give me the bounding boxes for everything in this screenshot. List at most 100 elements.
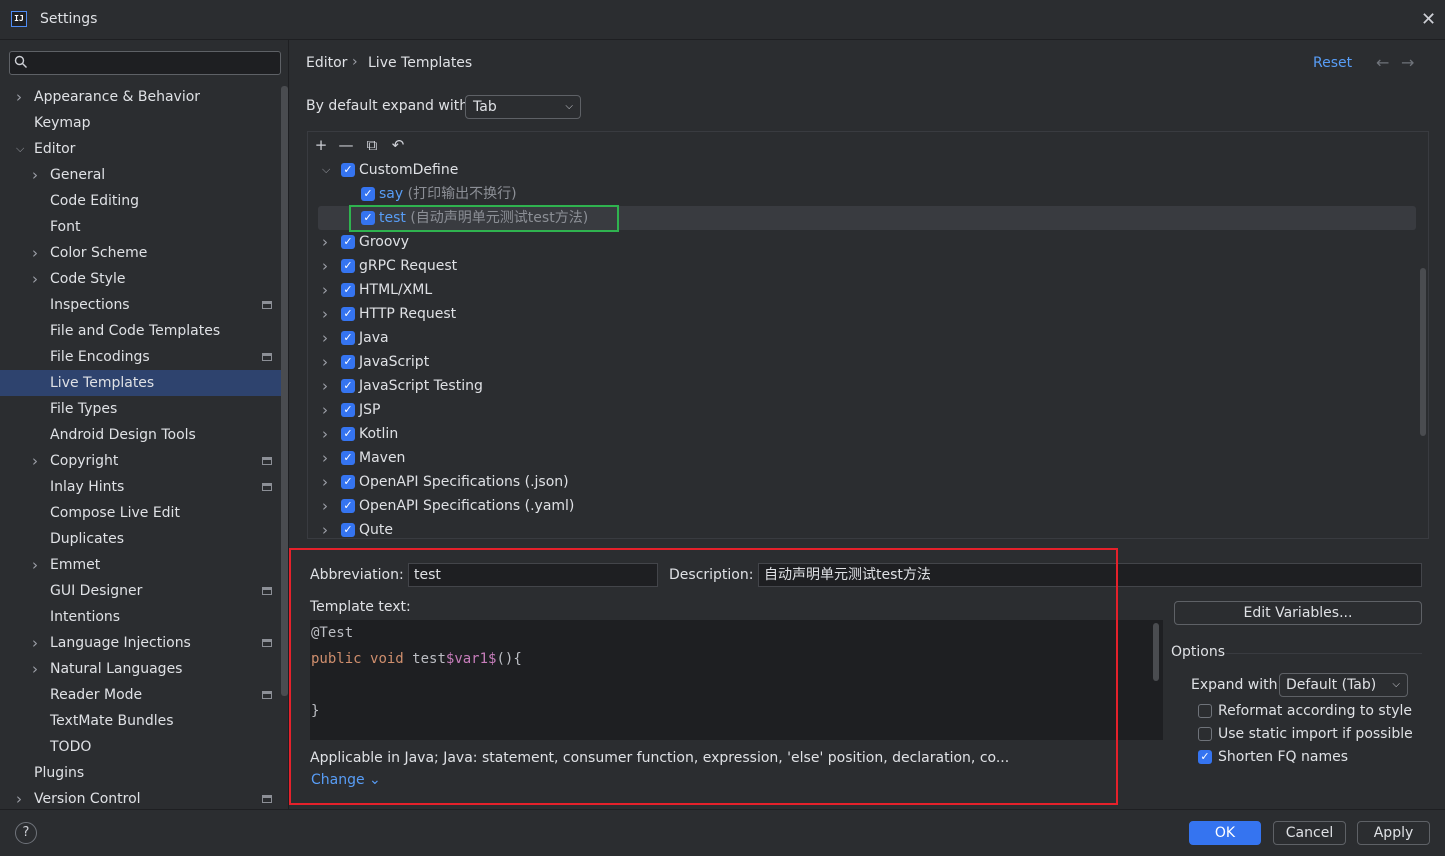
chevron-right-icon[interactable]: ›	[322, 422, 328, 446]
chevron-right-icon[interactable]: ›	[32, 266, 44, 292]
template-checkbox[interactable]: ✓	[341, 403, 355, 417]
chevron-right-icon[interactable]: ›	[16, 84, 28, 110]
template-group[interactable]: › ✓ JavaScript	[318, 350, 1416, 374]
sidebar-item[interactable]: Code Editing	[0, 188, 288, 214]
template-group[interactable]: › ✓ Groovy	[318, 230, 1416, 254]
template-checkbox[interactable]: ✓	[341, 451, 355, 465]
template-checkbox[interactable]: ✓	[341, 163, 355, 177]
chevron-right-icon[interactable]: ›	[322, 494, 328, 518]
chevron-right-icon[interactable]: ›	[322, 350, 328, 374]
template-group[interactable]: › ✓ OpenAPI Specifications (.yaml)	[318, 494, 1416, 518]
template-checkbox[interactable]: ✓	[341, 283, 355, 297]
sidebar-item[interactable]: Duplicates	[0, 526, 288, 552]
edit-variables-button[interactable]: Edit Variables...	[1174, 601, 1422, 625]
template-checkbox[interactable]: ✓	[361, 187, 375, 201]
forward-arrow-icon[interactable]: →	[1401, 53, 1414, 72]
add-icon[interactable]: +	[313, 137, 329, 153]
chevron-right-icon[interactable]: ›	[32, 162, 44, 188]
option-checkbox[interactable]	[1198, 704, 1212, 718]
template-group[interactable]: › ✓ OpenAPI Specifications (.json)	[318, 470, 1416, 494]
sidebar-item[interactable]: › General	[0, 162, 288, 188]
chevron-right-icon[interactable]: ›	[322, 254, 328, 278]
template-checkbox[interactable]: ✓	[341, 475, 355, 489]
template-group[interactable]: › ✓ Kotlin	[318, 422, 1416, 446]
reset-link[interactable]: Reset	[1313, 55, 1352, 71]
editor-scrollbar[interactable]	[1153, 623, 1159, 681]
template-checkbox[interactable]: ✓	[341, 499, 355, 513]
sidebar-item[interactable]: Plugins	[0, 760, 288, 786]
restore-icon[interactable]: ↶	[390, 137, 406, 153]
chevron-right-icon[interactable]: ›	[32, 630, 44, 656]
sidebar-item[interactable]: Font	[0, 214, 288, 240]
chevron-right-icon[interactable]: ›	[322, 230, 328, 254]
sidebar-item[interactable]: › Natural Languages	[0, 656, 288, 682]
chevron-right-icon[interactable]: ›	[322, 302, 328, 326]
sidebar-item[interactable]: › Copyright	[0, 448, 288, 474]
cancel-button[interactable]: Cancel	[1273, 821, 1346, 845]
help-icon[interactable]: ?	[15, 822, 37, 844]
tree-scrollbar[interactable]	[1420, 268, 1426, 436]
template-group[interactable]: ⌵ ✓ CustomDefine	[318, 158, 1416, 182]
template-checkbox[interactable]: ✓	[341, 235, 355, 249]
sidebar-item[interactable]: Compose Live Edit	[0, 500, 288, 526]
back-arrow-icon[interactable]: ←	[1376, 53, 1389, 72]
sidebar-item[interactable]: File Types	[0, 396, 288, 422]
template-checkbox[interactable]: ✓	[341, 379, 355, 393]
sidebar-item[interactable]: › Emmet	[0, 552, 288, 578]
chevron-right-icon[interactable]: ›	[322, 518, 328, 542]
template-group[interactable]: › ✓ JSP	[318, 398, 1416, 422]
template-group[interactable]: › ✓ gRPC Request	[318, 254, 1416, 278]
template-group[interactable]: › ✓ HTML/XML	[318, 278, 1416, 302]
sidebar-item[interactable]: Android Design Tools	[0, 422, 288, 448]
sidebar-item[interactable]: TODO	[0, 734, 288, 760]
chevron-down-icon[interactable]: ⌵	[322, 158, 330, 182]
sidebar-item[interactable]: Intentions	[0, 604, 288, 630]
sidebar-item[interactable]: › Language Injections	[0, 630, 288, 656]
template-checkbox[interactable]: ✓	[341, 307, 355, 321]
close-icon[interactable]: ✕	[1421, 9, 1436, 30]
chevron-right-icon[interactable]: ›	[32, 552, 44, 578]
breadcrumb-editor[interactable]: Editor	[306, 55, 347, 71]
sidebar-item[interactable]: File and Code Templates	[0, 318, 288, 344]
template-group[interactable]: › ✓ HTTP Request	[318, 302, 1416, 326]
template-checkbox[interactable]: ✓	[341, 259, 355, 273]
chevron-right-icon[interactable]: ›	[322, 470, 328, 494]
chevron-right-icon[interactable]: ›	[32, 240, 44, 266]
chevron-right-icon[interactable]: ›	[322, 446, 328, 470]
template-checkbox[interactable]: ✓	[341, 355, 355, 369]
apply-button[interactable]: Apply	[1357, 821, 1430, 845]
settings-search-input[interactable]	[9, 51, 281, 75]
sidebar-item[interactable]: › Color Scheme	[0, 240, 288, 266]
template-group[interactable]: › ✓ Qute	[318, 518, 1416, 542]
template-group[interactable]: › ✓ Maven	[318, 446, 1416, 470]
expand-with-select[interactable]: Default (Tab) ⌵	[1279, 673, 1408, 697]
sidebar-item[interactable]: ⌵ Editor	[0, 136, 288, 162]
template-item[interactable]: ✓ say (打印输出不换行)	[318, 182, 1416, 206]
chevron-right-icon[interactable]: ›	[32, 656, 44, 682]
chevron-right-icon[interactable]: ›	[32, 448, 44, 474]
template-group[interactable]: › ✓ JavaScript Testing	[318, 374, 1416, 398]
template-checkbox[interactable]: ✓	[341, 331, 355, 345]
chevron-right-icon[interactable]: ›	[322, 374, 328, 398]
ok-button[interactable]: OK	[1189, 821, 1261, 845]
remove-icon[interactable]: —	[338, 137, 354, 153]
option-checkbox[interactable]	[1198, 727, 1212, 741]
copy-icon[interactable]: ⧉	[364, 137, 380, 153]
sidebar-item[interactable]: Inspections	[0, 292, 288, 318]
template-group[interactable]: › ✓ Java	[318, 326, 1416, 350]
sidebar-item[interactable]: Reader Mode	[0, 682, 288, 708]
chevron-right-icon[interactable]: ›	[322, 398, 328, 422]
option-checkbox[interactable]: ✓	[1198, 750, 1212, 764]
chevron-down-icon[interactable]: ⌵	[16, 136, 28, 162]
sidebar-scrollbar[interactable]	[281, 86, 288, 696]
sidebar-item[interactable]: GUI Designer	[0, 578, 288, 604]
template-checkbox[interactable]: ✓	[341, 427, 355, 441]
sidebar-item[interactable]: › Appearance & Behavior	[0, 84, 288, 110]
sidebar-item[interactable]: Keymap	[0, 110, 288, 136]
default-expand-select[interactable]: Tab ⌵	[465, 95, 581, 119]
template-checkbox[interactable]: ✓	[341, 523, 355, 537]
sidebar-item[interactable]: Live Templates	[0, 370, 288, 396]
chevron-right-icon[interactable]: ›	[322, 326, 328, 350]
sidebar-item[interactable]: › Code Style	[0, 266, 288, 292]
sidebar-item[interactable]: File Encodings	[0, 344, 288, 370]
